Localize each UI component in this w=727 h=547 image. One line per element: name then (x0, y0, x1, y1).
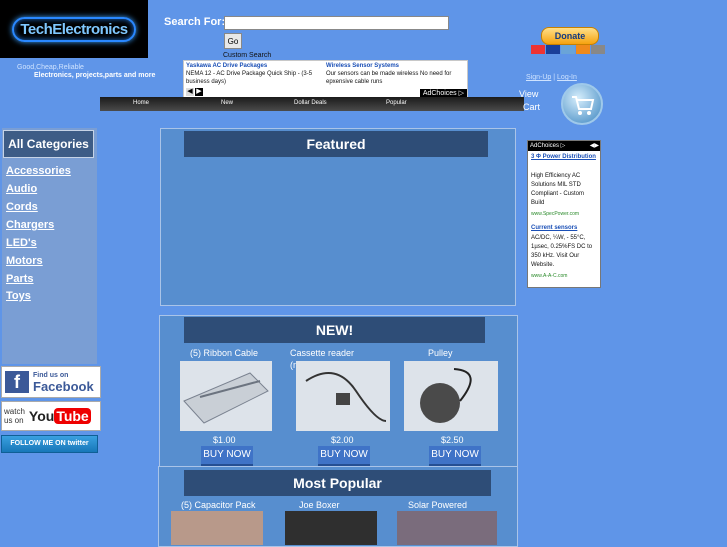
login-link[interactable]: Log-In (557, 74, 577, 81)
facebook-icon: f (5, 371, 29, 393)
youtube-you: You (28, 408, 55, 424)
nav-popular[interactable]: Popular (386, 100, 407, 106)
right-adchoices[interactable]: AdChoices ▷ ◀▶ (528, 141, 600, 151)
logo-text: TechElectronics (12, 16, 136, 42)
facebook-line2: Facebook (33, 378, 94, 394)
ad-right-body: Our sensors can be made wireless No need… (326, 71, 452, 85)
right-ad-arrows-icon[interactable]: ◀▶ (590, 141, 599, 151)
buy-now-button[interactable]: BUY NOW (429, 446, 481, 466)
amex-icon (561, 45, 575, 54)
product-price: $1.00 (213, 435, 236, 445)
right-ad2-url[interactable]: www.A-A-C.com (531, 273, 567, 279)
search-input[interactable] (224, 16, 449, 30)
donate-button[interactable]: Donate (541, 27, 599, 45)
youtube-watch-line2: us on (4, 416, 24, 425)
category-cords[interactable]: Cords (6, 201, 38, 213)
new-title: NEW! (184, 317, 485, 343)
subtagline: Electronics, projects,parts and more (34, 72, 156, 79)
ad-right-title[interactable]: Wireless Sensor Systems (326, 62, 464, 70)
right-ad2-body: AC/DC, ¼W, - 55°C, 1µsec, 0.25%FS DC to … (531, 235, 593, 268)
buy-now-button[interactable]: BUY NOW (201, 446, 253, 466)
facebook-badge[interactable]: f Find us on Facebook (1, 366, 101, 398)
main-nav: Home New Dollar Deals Popular (100, 97, 524, 111)
nav-dollar-deals[interactable]: Dollar Deals (294, 100, 327, 106)
twitter-button[interactable]: FOLLOW ME ON twitter (1, 435, 98, 453)
popular-product-image[interactable] (171, 511, 263, 545)
category-parts[interactable]: Parts (6, 273, 34, 285)
category-audio[interactable]: Audio (6, 183, 37, 195)
category-motors[interactable]: Motors (6, 255, 43, 267)
ad-next-icon[interactable]: ▶ (195, 88, 203, 96)
visa-icon (546, 45, 560, 54)
popular-title: Most Popular (184, 470, 491, 496)
category-toys[interactable]: Toys (6, 290, 31, 302)
view-cart-link[interactable]: View Cart (519, 88, 540, 114)
right-ad1-url[interactable]: www.SpecPower.com (531, 211, 579, 217)
ad-right[interactable]: Wireless Sensor Systems Our sensors can … (326, 62, 464, 86)
popular-product-image[interactable] (285, 511, 377, 545)
product-price: $2.00 (331, 435, 354, 445)
view-cart-line1: View (519, 89, 539, 99)
cart-icon[interactable] (561, 83, 603, 125)
signup-link[interactable]: Sign-Up (526, 74, 551, 81)
product-image[interactable] (296, 361, 390, 431)
featured-title: Featured (184, 131, 488, 157)
mastercard-icon (531, 45, 545, 54)
category-chargers[interactable]: Chargers (6, 219, 54, 231)
product-name[interactable]: (5) Ribbon Cable (190, 347, 282, 359)
right-ad1-body: High Efficiency AC Solutions MIL STD Com… (531, 173, 585, 206)
popular-product-image[interactable] (397, 511, 497, 545)
ad-left[interactable]: Yaskawa AC Drive Packages NEMA 12 - AC D… (186, 62, 324, 86)
ad-left-body: NEMA 12 - AC Drive Package Quick Ship - … (186, 71, 313, 85)
account-separator: | (553, 74, 556, 81)
all-categories-header: All Categories (3, 130, 94, 158)
go-button[interactable]: Go (224, 33, 242, 49)
adchoices-label[interactable]: AdChoices ▷ (419, 89, 467, 97)
account-links: Sign-Up | Log-In (526, 74, 577, 81)
product-image[interactable] (404, 361, 498, 431)
search-label: Search For: (164, 16, 226, 28)
ad-left-title[interactable]: Yaskawa AC Drive Packages (186, 62, 324, 70)
nav-home[interactable]: Home (133, 100, 149, 106)
right-ad1-title[interactable]: 3 Φ Power Distribution (531, 153, 597, 162)
payment-cards (531, 45, 605, 54)
nav-new[interactable]: New (221, 100, 233, 106)
youtube-badge[interactable]: watch us on You Tube (1, 401, 101, 431)
category-accessories[interactable]: Accessories (6, 165, 71, 177)
top-ad-banner[interactable]: Yaskawa AC Drive Packages NEMA 12 - AC D… (183, 60, 468, 98)
youtube-tube: Tube (54, 408, 91, 424)
bank-icon (591, 45, 605, 54)
popular-product-name[interactable]: (5) Capacitor Pack (181, 499, 273, 511)
right-adchoices-label[interactable]: AdChoices ▷ (530, 143, 565, 149)
site-logo[interactable]: TechElectronics (0, 0, 148, 58)
youtube-watch-line1: watch (4, 407, 25, 416)
category-leds[interactable]: LED's (6, 237, 37, 249)
product-price: $2.50 (441, 435, 464, 445)
right-ad2-title[interactable]: Current sensors (531, 224, 577, 233)
right-ad-banner[interactable]: AdChoices ▷ ◀▶ 3 Φ Power Distribution Hig… (527, 140, 601, 288)
product-image[interactable] (180, 361, 272, 431)
discover-icon (576, 45, 590, 54)
buy-now-button[interactable]: BUY NOW (318, 446, 370, 466)
youtube-icon: You Tube (29, 408, 91, 424)
view-cart-line2: Cart (523, 102, 541, 112)
custom-search-label: Custom Search (223, 52, 272, 59)
ad-prev-icon[interactable]: ◀ (186, 88, 194, 96)
tagline: Good,Cheap,Reliable (17, 64, 84, 71)
